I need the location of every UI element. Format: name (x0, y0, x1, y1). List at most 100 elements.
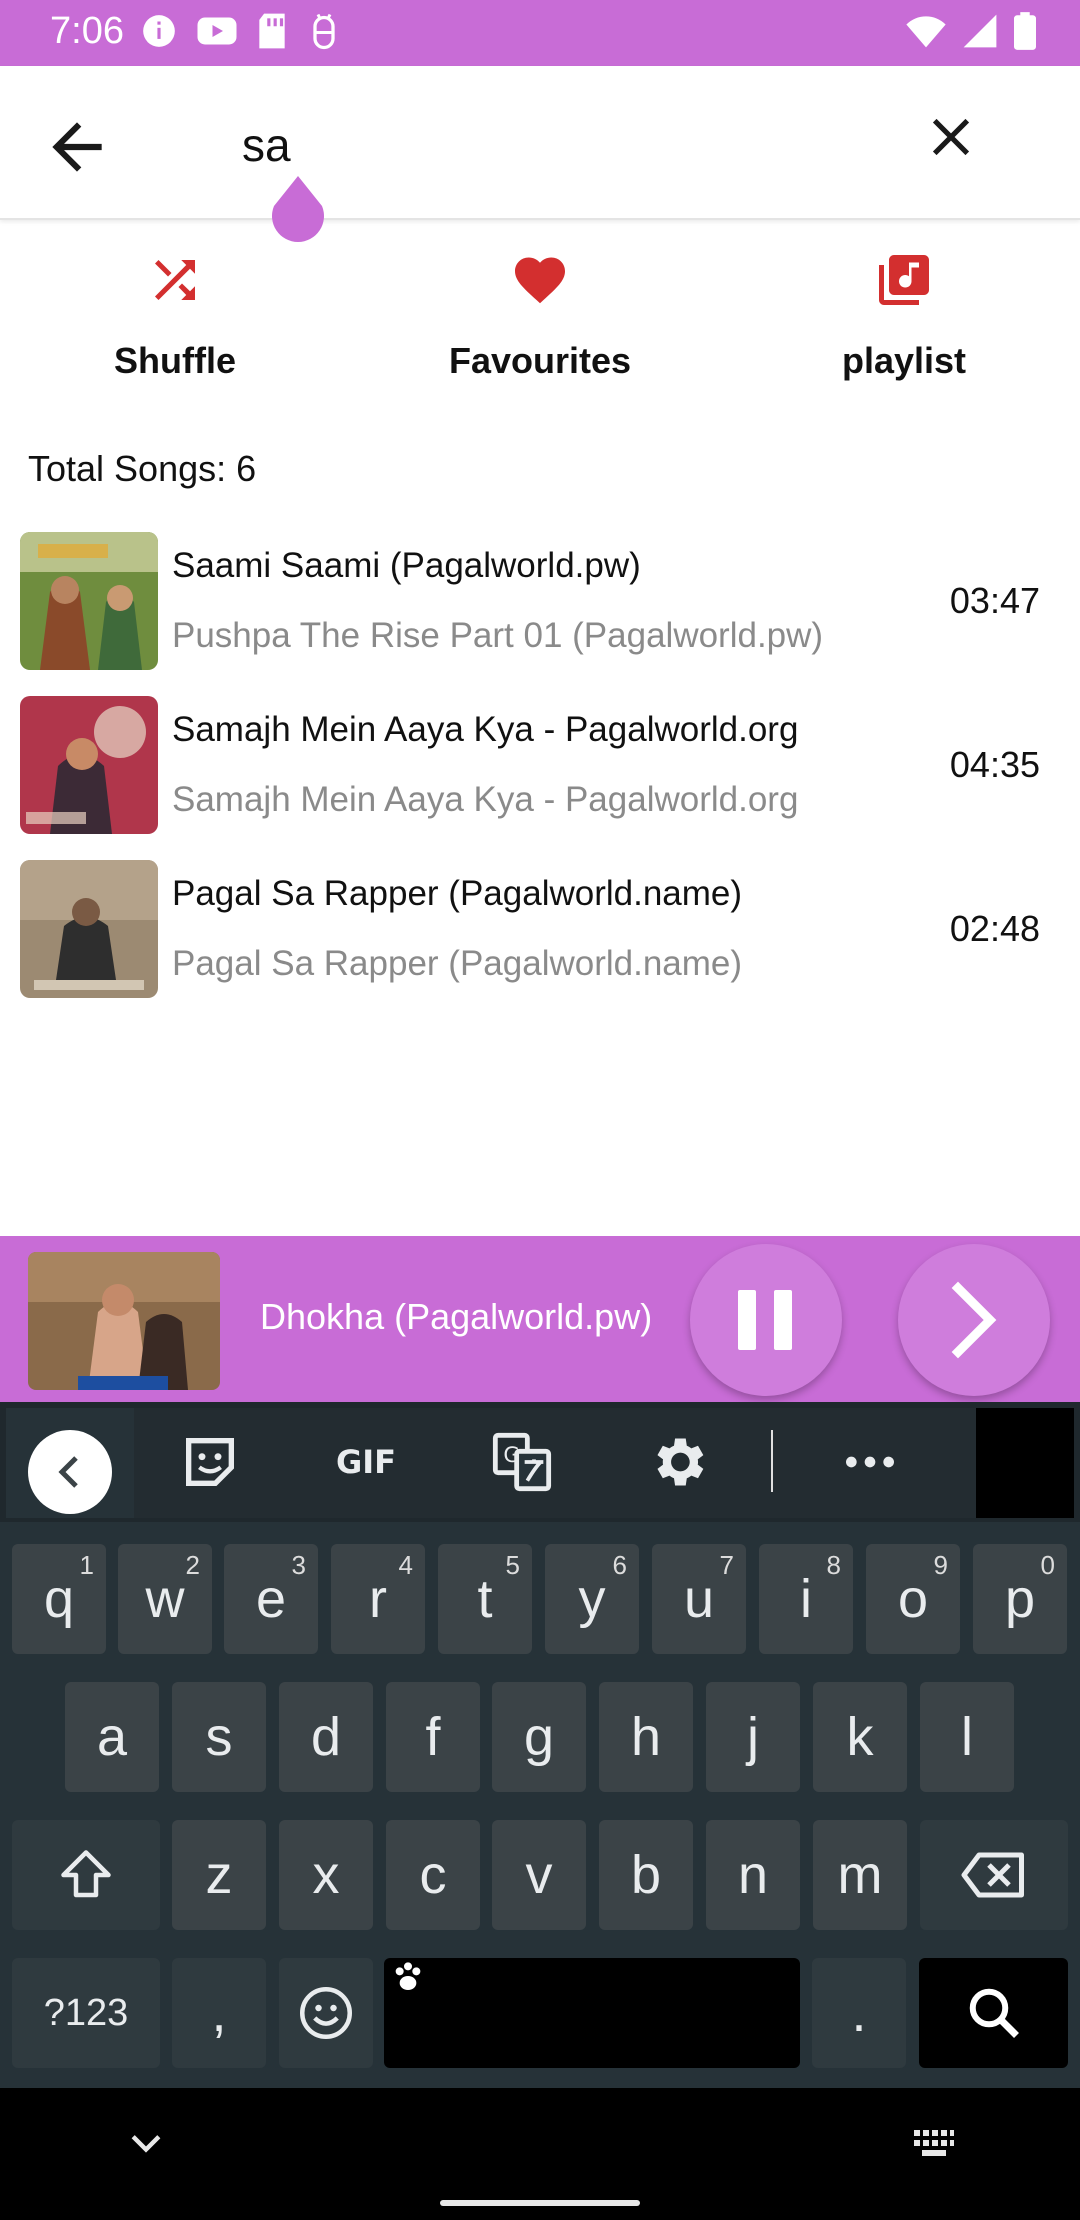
key-f[interactable]: f (386, 1682, 480, 1792)
paw-icon (395, 1962, 421, 1990)
keyboard-collapse-button[interactable] (6, 1408, 134, 1518)
heart-icon (515, 257, 565, 304)
key-m[interactable]: m (813, 1820, 907, 1930)
key-k[interactable]: k (813, 1682, 907, 1792)
key-period[interactable]: . (812, 1958, 906, 2068)
quick-actions: Shuffle Favourites playlist (0, 240, 1080, 400)
pause-button[interactable] (690, 1244, 842, 1396)
now-playing-bar[interactable]: Dhokha (Pagalworld.pw) (0, 1236, 1080, 1402)
key-v[interactable]: v (492, 1820, 586, 1930)
song-item[interactable]: Pagal Sa Rapper (Pagalworld.name) Pagal … (0, 852, 1080, 1016)
song-album: Pushpa The Rise Part 01 (Pagalworld.pw) (172, 616, 824, 655)
key-n[interactable]: n (706, 1820, 800, 1930)
text-cursor-handle[interactable] (270, 174, 326, 242)
symbols-key[interactable]: ?123 (12, 1958, 160, 2068)
favourites-label: Favourites (448, 340, 632, 381)
album-art (20, 532, 158, 670)
wifi-icon (906, 13, 946, 49)
search-input[interactable] (242, 110, 882, 180)
keyboard-switch-button[interactable] (910, 2124, 958, 2169)
key-q[interactable]: q1 (12, 1544, 106, 1654)
android-debug-icon (306, 12, 342, 50)
song-duration: 03:47 (949, 580, 1040, 621)
clear-search-button[interactable] (920, 106, 994, 180)
playlist-icon (879, 255, 929, 305)
status-bar: 7:06 (0, 0, 1080, 66)
playlist-label: playlist (841, 340, 967, 381)
shuffle-icon (155, 260, 195, 300)
keyboard-toolbar: GIF G (0, 1402, 1080, 1522)
key-c[interactable]: c (386, 1820, 480, 1930)
key-l[interactable]: l (920, 1682, 1014, 1792)
song-item[interactable]: Samajh Mein Aaya Kya - Pagalworld.org Sa… (0, 688, 1080, 852)
album-art (20, 696, 158, 834)
backspace-icon (961, 1852, 1024, 1898)
key-i[interactable]: i8 (759, 1544, 853, 1654)
key-x[interactable]: x (279, 1820, 373, 1930)
key-t[interactable]: t5 (438, 1544, 532, 1654)
emoji-icon (300, 1987, 352, 2039)
key-comma[interactable]: , (172, 1958, 266, 2068)
pause-icon (738, 1290, 792, 1350)
key-u[interactable]: u7 (652, 1544, 746, 1654)
settings-button[interactable] (646, 1430, 710, 1494)
search-icon (969, 1988, 1019, 2038)
toolbar-spacer (976, 1408, 1074, 1518)
soft-keyboard: GIF G q1 w2 e3 r4 t5 y6 u7 i8 o9 p0 a s … (0, 1402, 1080, 2088)
home-gesture-bar[interactable] (440, 2200, 640, 2206)
key-s[interactable]: s (172, 1682, 266, 1792)
song-item[interactable]: Saami Saami (Pagalworld.pw) Pushpa The R… (0, 524, 1080, 688)
key-r[interactable]: r4 (331, 1544, 425, 1654)
song-title: Saami Saami (Pagalworld.pw) (172, 546, 641, 585)
shift-key[interactable] (12, 1820, 160, 1930)
hide-keyboard-button[interactable] (124, 2122, 168, 2171)
key-h[interactable]: h (599, 1682, 693, 1792)
translate-button[interactable]: G (490, 1430, 554, 1494)
playlist-button[interactable]: playlist (754, 240, 1054, 390)
key-j[interactable]: j (706, 1682, 800, 1792)
back-button[interactable] (40, 110, 114, 184)
gif-button[interactable]: GIF (326, 1430, 406, 1494)
backspace-key[interactable] (920, 1820, 1068, 1930)
total-songs-count: Total Songs: 6 (28, 448, 257, 489)
more-button[interactable] (838, 1430, 902, 1494)
translate-icon: G (492, 1432, 552, 1492)
chevron-right-icon (951, 1281, 997, 1359)
song-album: Samajh Mein Aaya Kya - Pagalworld.org (172, 780, 799, 819)
arrow-left-icon (52, 122, 102, 172)
battery-icon (1014, 12, 1036, 50)
search-bar (0, 66, 1080, 220)
sd-card-icon (256, 12, 288, 50)
song-album: Pagal Sa Rapper (Pagalworld.name) (172, 944, 743, 983)
chevron-left-icon (58, 1456, 78, 1488)
keyboard-icon (914, 2130, 954, 2156)
emoji-key[interactable] (279, 1958, 373, 2068)
toolbar-divider (771, 1430, 773, 1492)
key-y[interactable]: y6 (545, 1544, 639, 1654)
shuffle-label: Shuffle (114, 340, 236, 381)
key-a[interactable]: a (65, 1682, 159, 1792)
more-icon (846, 1456, 894, 1468)
search-key[interactable] (919, 1958, 1068, 2068)
shift-icon (61, 1850, 111, 1898)
favourites-button[interactable]: Favourites (390, 240, 690, 390)
key-p[interactable]: p0 (973, 1544, 1067, 1654)
chevron-down-icon (131, 2135, 161, 2153)
song-title: Pagal Sa Rapper (Pagalworld.name) (172, 874, 743, 913)
settings-icon (657, 1438, 704, 1486)
next-button[interactable] (898, 1244, 1050, 1396)
key-b[interactable]: b (599, 1820, 693, 1930)
signal-icon (962, 13, 998, 49)
status-time: 7:06 (50, 10, 124, 52)
key-z[interactable]: z (172, 1820, 266, 1930)
key-d[interactable]: d (279, 1682, 373, 1792)
sticker-button[interactable] (178, 1430, 242, 1494)
shuffle-button[interactable]: Shuffle (25, 240, 325, 390)
space-key[interactable] (384, 1958, 800, 2068)
now-playing-album-art (28, 1252, 220, 1390)
key-w[interactable]: w2 (118, 1544, 212, 1654)
key-g[interactable]: g (492, 1682, 586, 1792)
key-e[interactable]: e3 (224, 1544, 318, 1654)
key-o[interactable]: o9 (866, 1544, 960, 1654)
now-playing-title: Dhokha (Pagalworld.pw) (260, 1296, 653, 1337)
